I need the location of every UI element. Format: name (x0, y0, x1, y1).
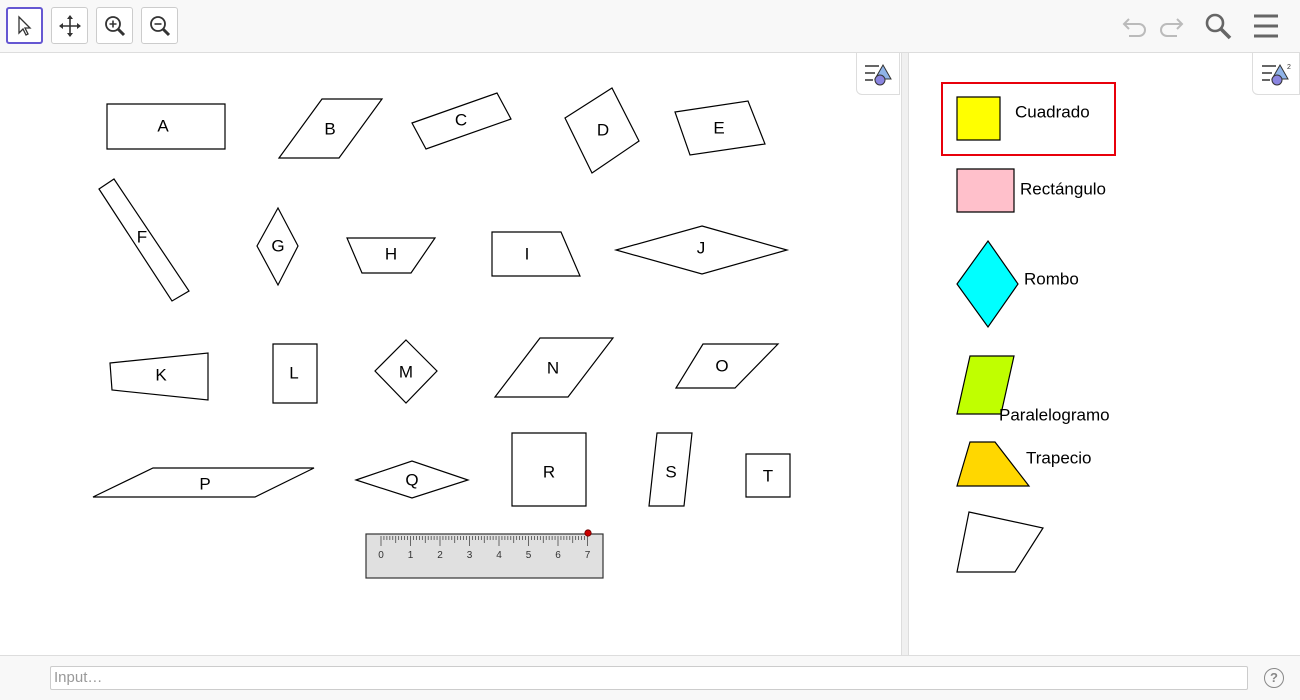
quadrilateral-a[interactable]: A (106, 103, 226, 150)
ruler-tick-label: 4 (496, 550, 502, 561)
shape-label: F (137, 227, 147, 246)
style-bar-2-icon: 2 (1260, 61, 1292, 87)
shape-label: T (763, 466, 773, 485)
quadrilateral-o[interactable]: O (674, 343, 780, 389)
shape-label: J (697, 238, 706, 257)
ruler-tick-label: 1 (408, 550, 414, 561)
ruler-tick-label: 5 (526, 550, 532, 561)
category-paralelogramo[interactable]: Paralelogramo (956, 355, 1110, 424)
quadrilateral-g[interactable]: G (256, 206, 299, 287)
shape-label: H (385, 244, 397, 263)
quadrilateral-k[interactable]: K (109, 352, 209, 401)
category-swatch[interactable] (956, 168, 1015, 213)
input-bar: Input… ? (0, 655, 1300, 700)
category-swatch[interactable] (956, 96, 1001, 141)
classification-canvas: Cuadrado Rectángulo Rombo Paralelogramo Trap… (941, 82, 1116, 573)
quadrilateral-c[interactable]: C (411, 92, 512, 150)
move-arrow-icon (15, 14, 35, 37)
ruler[interactable]: 0 1 2 3 4 5 6 7 (365, 529, 604, 579)
ruler-tick-label: 3 (467, 550, 473, 561)
category-label: Trapecio (1026, 448, 1092, 467)
zoom-out-icon (148, 14, 172, 38)
shape-label: N (547, 358, 559, 377)
ruler-tick-label: 2 (437, 550, 443, 561)
quadrilateral-l[interactable]: L (272, 343, 318, 404)
shape-label: M (399, 362, 413, 381)
shape-label: P (199, 474, 210, 493)
move-graphics-view-button[interactable] (51, 7, 88, 44)
category-trapecio[interactable]: Trapecio (956, 441, 1092, 487)
view-divider[interactable] (901, 53, 909, 655)
shape-label: R (543, 462, 555, 481)
zoom-in-icon (103, 14, 127, 38)
shape-label: S (665, 462, 676, 481)
quadrilateral-t[interactable]: T (745, 453, 791, 498)
quadrilateral-i[interactable]: I (491, 231, 581, 277)
menu-icon[interactable] (1251, 12, 1281, 40)
algebra-input[interactable]: Input… (50, 666, 1248, 690)
style-bar-toggle-button[interactable] (856, 53, 900, 95)
category-label: Rombo (1024, 269, 1079, 288)
quadrilateral-p[interactable]: P (92, 467, 315, 498)
search-icon[interactable] (1203, 11, 1233, 41)
category-rombo[interactable]: Rombo (956, 239, 1079, 329)
ruler-tick-label: 6 (555, 550, 561, 561)
quadrilateral-h[interactable]: H (346, 237, 437, 274)
category-label: Rectángulo (1020, 179, 1106, 198)
category-label: Cuadrado (1015, 102, 1090, 121)
style-bar-2-toggle-button[interactable]: 2 (1252, 53, 1300, 95)
shape-label: A (157, 116, 169, 135)
shape-label: Q (405, 470, 418, 489)
quadrilateral-b[interactable]: B (277, 98, 384, 159)
category-swatch[interactable] (956, 239, 1019, 329)
zoom-out-button[interactable] (141, 7, 178, 44)
quadrilateral-d[interactable]: D (564, 87, 640, 174)
quadrilateral-r[interactable]: R (511, 432, 587, 507)
zoom-in-button[interactable] (96, 7, 133, 44)
shape-label: C (455, 110, 467, 129)
graphics-view-2[interactable]: Cuadrado Rectángulo Rombo Paralelogramo Trap… (909, 53, 1300, 655)
quadrilateral-s[interactable]: S (648, 432, 693, 507)
quadrilateral-q[interactable]: Q (354, 460, 470, 499)
help-button[interactable]: ? (1264, 668, 1284, 688)
shapes-canvas: A B C D E F G H I J K L M N O P Q R S T 0 1 2 3 4 5 6 7 (92, 87, 791, 579)
shape-label: I (525, 244, 530, 263)
shape-label: B (324, 119, 335, 138)
shape-label: G (271, 236, 284, 255)
quadrilateral-e[interactable]: E (674, 100, 766, 156)
category-swatch[interactable] (956, 441, 1031, 487)
quadrilateral-j[interactable]: J (613, 225, 790, 275)
svg-text:2: 2 (1287, 64, 1291, 71)
shape-label: O (715, 356, 728, 375)
ruler-tick-label: 0 (378, 550, 384, 561)
toolbar (0, 0, 1300, 53)
category-swatch[interactable] (956, 511, 1044, 573)
shape-label: K (155, 365, 167, 384)
move-tool-button[interactable] (6, 7, 43, 44)
shape-label: D (597, 120, 609, 139)
shape-label: L (289, 363, 298, 382)
ruler-handle[interactable] (584, 529, 592, 537)
category-rectángulo[interactable]: Rectángulo (956, 168, 1106, 213)
quadrilateral-f[interactable]: F (98, 178, 190, 302)
category-unclassified[interactable] (956, 511, 1044, 573)
redo-icon[interactable] (1156, 12, 1186, 40)
graphics-view[interactable]: A B C D E F G H I J K L M N O P Q R S T 0 1 2 3 4 5 6 7 (0, 53, 901, 655)
shape-label: E (713, 118, 724, 137)
category-cuadrado[interactable]: Cuadrado (941, 82, 1116, 156)
undo-icon[interactable] (1120, 12, 1150, 40)
category-label: Paralelogramo (999, 405, 1110, 424)
style-bar-icon (863, 61, 893, 87)
ruler-tick-label: 7 (585, 550, 591, 561)
input-placeholder: Input… (54, 669, 103, 686)
move-graphics-view-icon (58, 14, 82, 38)
shape-outline[interactable] (491, 231, 581, 277)
quadrilateral-n[interactable]: N (493, 337, 615, 398)
quadrilateral-m[interactable]: M (374, 339, 438, 404)
